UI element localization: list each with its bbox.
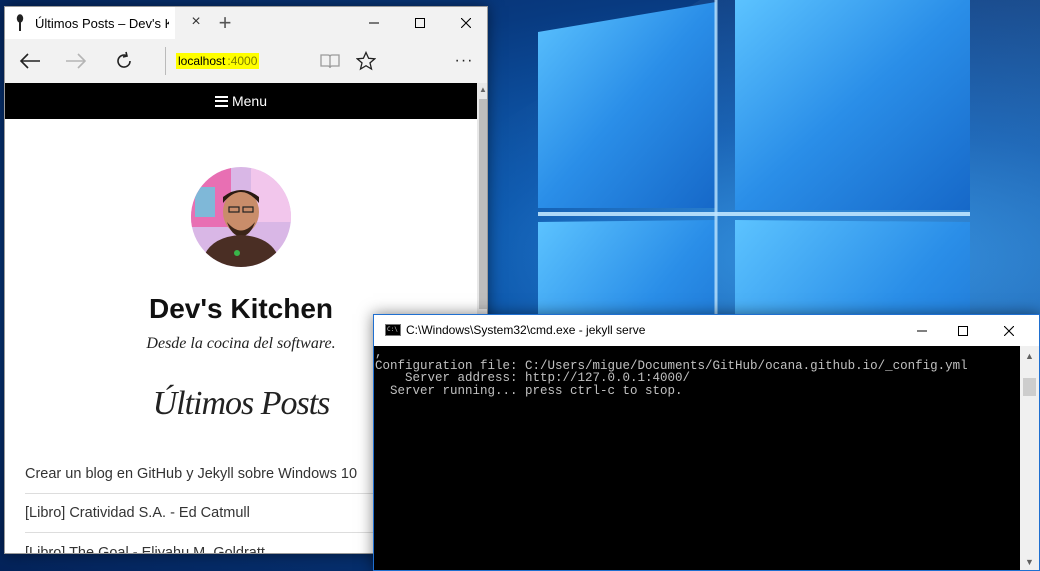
more-icon: ··· [454, 52, 474, 69]
favorite-button[interactable] [351, 47, 381, 75]
console-scroll-thumb[interactable] [1023, 378, 1036, 396]
browser-tab[interactable]: Últimos Posts – Dev's Kitchen [5, 7, 175, 39]
console-line: Server address: http://127.0.0.1:4000/ [375, 371, 691, 385]
minimize-button[interactable] [351, 7, 397, 39]
cmd-window-title: C:\Windows\System32\cmd.exe - jekyll ser… [406, 323, 646, 337]
minimize-icon [917, 330, 927, 331]
more-button[interactable]: ··· [449, 47, 479, 75]
book-icon [320, 54, 340, 69]
site-menu-bar[interactable]: Menu [5, 83, 477, 119]
refresh-icon [117, 51, 131, 68]
console-output[interactable]: , Configuration file: C:/Users/migue/Doc… [374, 346, 1020, 570]
scroll-thumb[interactable] [479, 99, 487, 309]
spoon-favicon-icon [13, 14, 27, 32]
console-icon: C:\ [385, 324, 401, 336]
cmd-titlebar[interactable]: C:\ C:\Windows\System32\cmd.exe - jekyll… [374, 315, 1039, 346]
console-line: Server running... press ctrl-c to stop. [375, 383, 683, 398]
maximize-icon [415, 18, 425, 28]
forward-button[interactable] [61, 47, 91, 75]
close-icon [1004, 325, 1014, 336]
star-icon [356, 51, 376, 71]
console-scrollbar[interactable]: ▲ ▼ [1020, 346, 1039, 570]
close-button[interactable] [443, 7, 487, 39]
back-arrow-icon [19, 53, 40, 69]
cmd-maximize-button[interactable] [940, 315, 986, 346]
back-button[interactable] [15, 47, 45, 75]
tab-close-button[interactable]: × [187, 13, 205, 31]
avatar [191, 167, 291, 267]
minimize-icon [369, 22, 379, 24]
scroll-up-arrow-icon[interactable]: ▲ [477, 83, 487, 97]
tab-title: Últimos Posts – Dev's Kitchen [35, 15, 169, 31]
close-icon [461, 18, 471, 28]
console-line: , [375, 346, 383, 360]
maximize-icon [958, 325, 968, 336]
url-host: localhost [176, 53, 228, 69]
reading-view-button[interactable] [315, 47, 345, 75]
maximize-button[interactable] [397, 7, 443, 39]
new-tab-button[interactable]: + [211, 10, 239, 36]
menu-label: Menu [231, 93, 268, 109]
scroll-up-arrow-icon[interactable]: ▲ [1020, 348, 1039, 364]
url-port: :4000 [227, 53, 260, 69]
command-prompt-window: C:\ C:\Windows\System32\cmd.exe - jekyll… [373, 314, 1040, 571]
hamburger-icon [214, 95, 228, 107]
edge-toolbar: localhost:4000 ··· [5, 39, 487, 83]
edge-titlebar[interactable]: Últimos Posts – Dev's Kitchen × + [5, 7, 487, 39]
forward-arrow-icon [66, 53, 87, 69]
cmd-minimize-button[interactable] [899, 315, 945, 346]
scroll-down-arrow-icon[interactable]: ▼ [1020, 554, 1039, 570]
refresh-button[interactable] [109, 47, 139, 75]
cmd-close-button[interactable] [986, 315, 1032, 346]
